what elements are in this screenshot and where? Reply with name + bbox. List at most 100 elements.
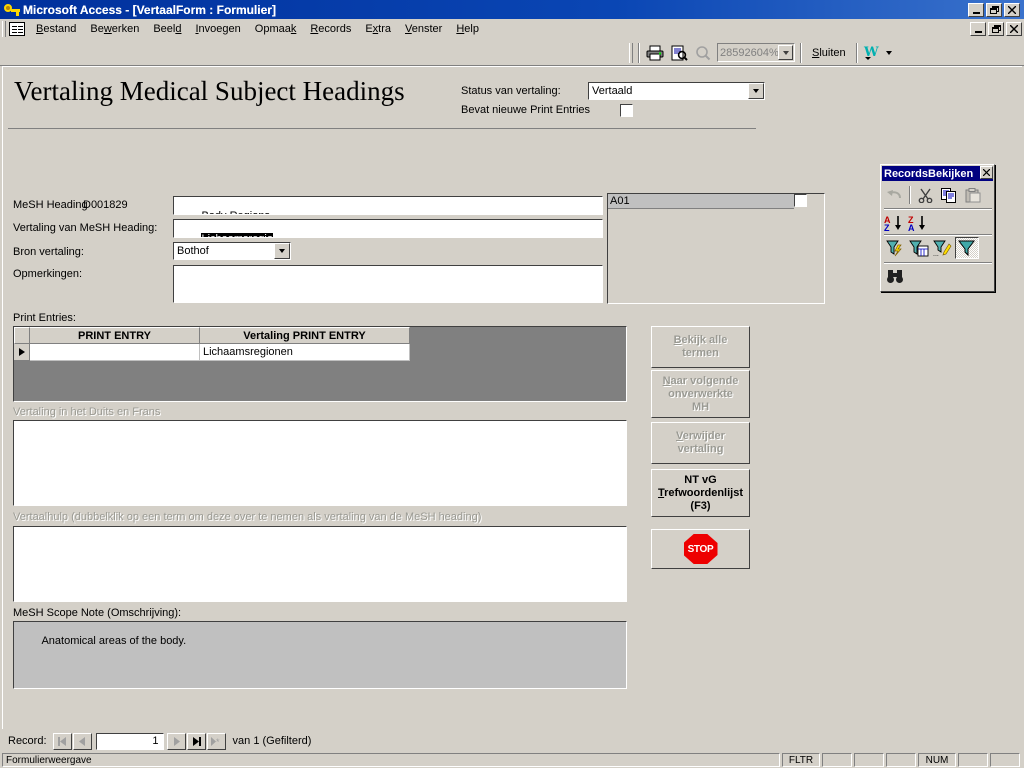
record-count-text: van 1 (Gefilterd) bbox=[232, 735, 312, 747]
cut-icon[interactable] bbox=[913, 184, 937, 206]
menu-opmaak[interactable]: Opmaak bbox=[248, 21, 304, 37]
magnifier-icon bbox=[691, 41, 715, 64]
find-binoculars-icon[interactable] bbox=[883, 265, 907, 287]
zoom-combo[interactable]: 28592604% bbox=[717, 43, 795, 62]
current-record-input[interactable]: 1 bbox=[95, 732, 164, 750]
menu-invoegen[interactable]: Invoegen bbox=[188, 21, 247, 37]
status-indicator-num: NUM bbox=[918, 753, 956, 767]
undo-icon[interactable] bbox=[883, 184, 907, 206]
paste-icon[interactable] bbox=[961, 184, 985, 206]
doc-close-button[interactable] bbox=[1006, 21, 1022, 36]
status-message: Formulierweergave bbox=[2, 753, 780, 767]
remarks-label: Opmerkingen: bbox=[13, 268, 83, 280]
mesh-heading-label: MeSH Heading bbox=[13, 199, 88, 211]
doc-restore-button[interactable] bbox=[988, 21, 1004, 36]
source-combo[interactable]: Bothof bbox=[173, 242, 291, 260]
tree-number-checkbox[interactable] bbox=[794, 194, 807, 207]
apply-filter-icon[interactable] bbox=[955, 237, 979, 259]
translation-help-label: Vertaalhulp (dubbelklik op een term om d… bbox=[13, 511, 482, 523]
doc-minimize-button[interactable] bbox=[970, 21, 986, 36]
status-dropdown-arrow[interactable] bbox=[748, 83, 764, 99]
last-record-button[interactable] bbox=[186, 732, 206, 750]
floating-toolbar-close-icon[interactable] bbox=[980, 166, 993, 179]
previous-record-button[interactable] bbox=[72, 732, 92, 750]
scope-note-field[interactable]: Anatomical areas of the body. bbox=[13, 621, 627, 689]
stop-label: STOP bbox=[687, 543, 714, 555]
print-entries-datasheet[interactable]: PRINT ENTRY Vertaling PRINT ENTRY Lichaa… bbox=[13, 326, 627, 402]
remarks-field[interactable] bbox=[173, 265, 603, 303]
tree-numbers-subform[interactable]: A01 bbox=[607, 193, 825, 304]
mesh-heading-field[interactable]: Body Regions bbox=[173, 196, 603, 215]
svg-text:*: * bbox=[216, 737, 220, 746]
datasheet-select-all-corner[interactable] bbox=[14, 327, 30, 344]
new-print-entries-checkbox[interactable] bbox=[620, 104, 633, 117]
status-indicator-5 bbox=[958, 753, 988, 767]
view-all-terms-button[interactable]: Bekijk alle termen bbox=[651, 326, 750, 368]
filter-by-form-icon[interactable] bbox=[907, 237, 931, 259]
delete-translation-button[interactable]: Verwijder vertaling bbox=[651, 422, 750, 464]
minimize-button[interactable] bbox=[968, 2, 984, 17]
copy-icon[interactable] bbox=[937, 184, 961, 206]
record-label: Record: bbox=[8, 735, 47, 747]
scope-note-label: MeSH Scope Note (Omschrijving): bbox=[13, 607, 182, 619]
status-indicator-3 bbox=[886, 753, 916, 767]
close-button[interactable] bbox=[1004, 2, 1020, 17]
source-value: Bothof bbox=[177, 245, 209, 257]
printer-icon[interactable] bbox=[643, 41, 667, 64]
stop-button[interactable]: STOP bbox=[651, 529, 750, 569]
translation-label: Vertaling van MeSH Heading: bbox=[13, 222, 158, 234]
window-title: Microsoft Access - [VertaalForm : Formul… bbox=[23, 2, 276, 17]
window-titlebar[interactable]: Microsoft Access - [VertaalForm : Formul… bbox=[0, 0, 1024, 19]
mesh-heading-id: D001829 bbox=[83, 199, 128, 211]
translation-value: Lichaamsregio bbox=[201, 233, 273, 237]
translation-field[interactable]: Lichaamsregio bbox=[173, 219, 603, 238]
new-record-button[interactable]: * bbox=[206, 732, 226, 750]
menu-extra[interactable]: Extra bbox=[358, 21, 398, 37]
translation-help-field[interactable] bbox=[13, 526, 627, 602]
vertaalform: Vertaling Medical Subject Headings Statu… bbox=[2, 66, 1022, 750]
status-indicator-6 bbox=[990, 753, 1020, 767]
tree-number-row[interactable]: A01 bbox=[608, 194, 794, 209]
status-indicator-fltr: FLTR bbox=[782, 753, 820, 767]
advanced-filter-icon[interactable]: ... bbox=[931, 237, 955, 259]
menu-records[interactable]: Records bbox=[303, 21, 358, 37]
close-form-button[interactable]: Sluiten bbox=[805, 44, 853, 62]
database-window-icon[interactable] bbox=[9, 21, 25, 36]
svg-text:...: ... bbox=[933, 251, 939, 257]
source-label: Bron vertaling: bbox=[13, 246, 84, 258]
cell-vertaling-print-entry[interactable]: Lichaamsregionen bbox=[200, 344, 410, 361]
cell-print-entry[interactable] bbox=[30, 344, 200, 361]
menu-help[interactable]: Help bbox=[449, 21, 486, 37]
main-toolbar: 28592604% Sluiten W bbox=[0, 39, 1024, 66]
form-client-area: Vertaling Medical Subject Headings Statu… bbox=[0, 66, 1024, 752]
sort-descending-icon[interactable]: Z A bbox=[907, 212, 931, 234]
zoom-dropdown-arrow[interactable] bbox=[778, 45, 793, 60]
column-header-print-entry[interactable]: PRINT ENTRY bbox=[30, 327, 200, 344]
next-record-button[interactable] bbox=[166, 732, 186, 750]
print-preview-icon[interactable] bbox=[667, 41, 691, 64]
status-indicator-1 bbox=[822, 753, 852, 767]
ntvg-keyword-list-button[interactable]: NT vG Trefwoordenlijst (F3) bbox=[651, 469, 750, 517]
next-unprocessed-mh-button[interactable]: Naar volgende onverwerkte MH bbox=[651, 370, 750, 418]
filter-by-selection-icon[interactable] bbox=[883, 237, 907, 259]
menu-bewerken[interactable]: Bewerken bbox=[83, 21, 146, 37]
german-french-field[interactable] bbox=[13, 420, 627, 506]
toolbar-grip[interactable] bbox=[629, 42, 633, 63]
word-officelinks-icon[interactable]: W bbox=[861, 43, 883, 63]
records-toolbar-palette[interactable]: RecordsBekijken A Z Z A ... bbox=[880, 164, 995, 292]
officelinks-dropdown-arrow[interactable] bbox=[883, 45, 895, 60]
row-selector[interactable] bbox=[14, 344, 30, 361]
table-row[interactable]: Lichaamsregionen bbox=[14, 344, 410, 361]
column-header-vertaling-print-entry[interactable]: Vertaling PRINT ENTRY bbox=[200, 327, 410, 344]
menu-bestand[interactable]: BBestandestand bbox=[29, 21, 83, 37]
menu-beeld[interactable]: Beeld bbox=[146, 21, 188, 37]
menu-venster[interactable]: Venster bbox=[398, 21, 449, 37]
first-record-button[interactable] bbox=[52, 732, 72, 750]
source-dropdown-arrow[interactable] bbox=[274, 243, 290, 259]
menubar-grip[interactable] bbox=[2, 20, 6, 37]
menu-bar: BBestandestand Bewerken Beeld Invoegen O… bbox=[0, 19, 1024, 39]
restore-button[interactable] bbox=[986, 2, 1002, 17]
status-combo[interactable]: Vertaald bbox=[588, 82, 765, 100]
status-bar: Formulierweergave FLTR NUM bbox=[0, 752, 1024, 768]
sort-ascending-icon[interactable]: A Z bbox=[883, 212, 907, 234]
